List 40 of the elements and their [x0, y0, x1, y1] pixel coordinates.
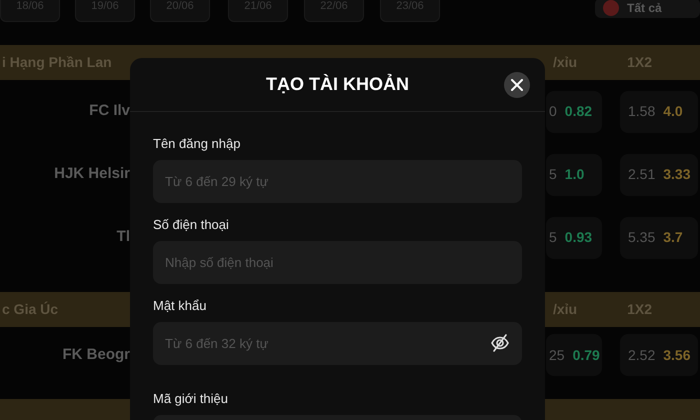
odds-box[interactable]: 5.35 3.7 — [620, 216, 698, 258]
team-name: FC Ilv — [88, 101, 130, 122]
field-label: Tên đăng nhập — [153, 135, 242, 152]
close-icon — [511, 79, 523, 91]
odds-box[interactable]: 5 0.93 — [546, 216, 602, 258]
field-label: Mật khẩu — [153, 297, 208, 314]
odds-value: 5.35 — [628, 228, 656, 247]
input-field[interactable]: Nhập số điện thoại — [153, 241, 522, 284]
password-field[interactable]: Từ 6 đến 32 ký tự — [153, 322, 522, 365]
team-name: Tl — [116, 227, 130, 248]
odds-value: 3.33 — [663, 165, 690, 184]
odds-value: 5 — [549, 228, 557, 247]
odds-value: 4.0 — [663, 102, 683, 121]
odds-value: 2.52 — [628, 346, 656, 364]
odds-value: 3.7 — [663, 228, 683, 247]
odds-value: 1.58 — [628, 102, 656, 121]
odds-box[interactable]: 2.52 3.56 — [620, 334, 698, 376]
filter-button[interactable]: Tất cả — [595, 0, 700, 18]
odds-value: 0.82 — [564, 102, 592, 121]
team-name: FK Beogr — [62, 344, 130, 365]
odds-box[interactable]: 0 0.82 — [546, 90, 602, 132]
odds-value: 2.51 — [628, 165, 656, 184]
odds-box[interactable]: 5 1.0 — [546, 154, 602, 196]
odds-value: 0.93 — [564, 228, 592, 247]
odds-value: 0.79 — [572, 346, 600, 364]
odds-value: 5 — [549, 165, 557, 184]
close-button[interactable] — [504, 72, 530, 98]
odds-value: 3.56 — [663, 346, 690, 364]
field-label: Số điện thoại — [153, 216, 230, 233]
dialog-title: TẠO TÀI KHOẢN — [266, 72, 409, 96]
eye-slash-icon[interactable] — [490, 333, 510, 353]
odds-box[interactable]: 25 0.79 — [546, 334, 602, 376]
odds-box[interactable]: 2.51 3.33 — [620, 154, 698, 196]
odds-value: 0 — [549, 102, 557, 121]
odds-value: 1.0 — [564, 165, 584, 184]
team-name: HJK Helsir — [53, 164, 130, 184]
odds-box[interactable]: 1.58 4.0 — [620, 90, 698, 132]
input-field[interactable]: Từ 6 đến 29 ký tự — [153, 160, 522, 203]
odds-value: 25 — [549, 346, 565, 364]
field-label: Mã giới thiệu — [153, 390, 230, 407]
